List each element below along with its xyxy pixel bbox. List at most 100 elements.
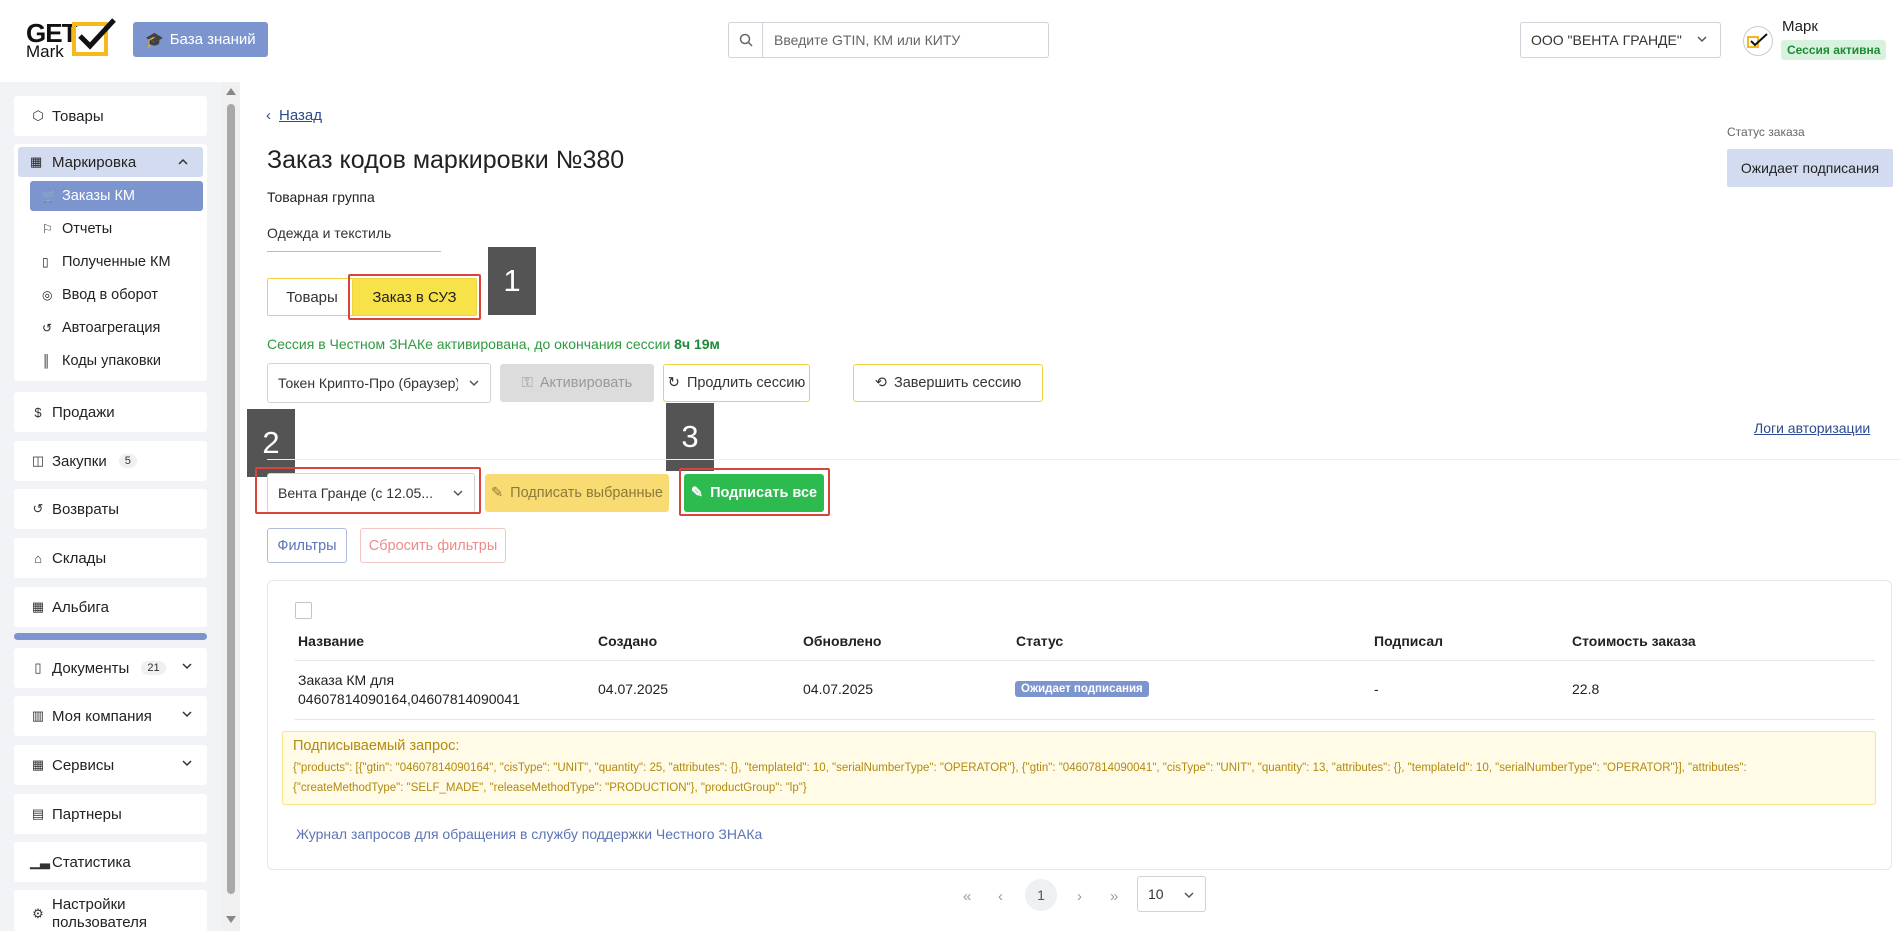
avatar[interactable] — [1743, 26, 1773, 56]
cart-icon: 🛒 — [42, 189, 57, 203]
tab-goods[interactable]: Товары — [267, 278, 357, 316]
sign-selected-button[interactable]: ✎ Подписать выбранные — [485, 474, 669, 512]
sidebar-item-reports[interactable]: ⚐ Отчеты — [30, 214, 203, 244]
briefcase-icon: ▤ — [31, 806, 45, 821]
session-status-badge: Сессия активна — [1781, 40, 1887, 60]
dollar-icon: $ — [34, 404, 42, 420]
documents-count-badge: 21 — [141, 661, 166, 675]
chart-icon: ▁▃ — [30, 854, 50, 869]
order-created-date: 04.07.2025 — [598, 681, 669, 697]
highlight-box-3 — [679, 468, 830, 516]
page-title: Заказ кодов маркировки №380 — [267, 146, 625, 174]
sidebar-item-purchases[interactable]: ◫ Закупки 5 — [14, 441, 207, 481]
signed-request-box: Подписываемый запрос: {"products": [{"gt… — [282, 731, 1876, 805]
back-link[interactable]: ‹ Назад — [266, 107, 322, 124]
pagination-prev[interactable]: ‹ — [998, 888, 1003, 905]
knowledge-base-button[interactable]: 🎓 База знаний — [133, 22, 268, 57]
barcode-icon: ║ — [42, 354, 51, 368]
bag-icon: ◫ — [31, 453, 45, 468]
sidebar-divider — [14, 633, 207, 640]
sidebar-scrollbar[interactable] — [222, 82, 240, 931]
sidebar-item-returns[interactable]: ↺ Возвраты — [14, 489, 207, 529]
chevron-up-icon — [178, 158, 188, 165]
product-group-label: Товарная группа — [267, 189, 375, 205]
select-all-checkbox[interactable] — [295, 602, 312, 619]
main-content: ‹ Назад Заказ кодов маркировки №380 Товар… — [240, 82, 1901, 931]
grid-icon: ▦ — [31, 757, 45, 772]
scrollbar-thumb[interactable] — [227, 104, 235, 894]
sidebar-item-partners[interactable]: ▤ Партнеры — [14, 794, 207, 834]
sidebar-item-autoaggregation[interactable]: ↺ Автоагрегация — [30, 313, 203, 343]
step-marker-1: 1 — [488, 247, 536, 315]
reset-filters-button[interactable]: Сбросить фильтры — [360, 528, 506, 563]
sidebar-item-documents[interactable]: ▯ Документы 21 — [14, 648, 207, 688]
pagination-current-page[interactable]: 1 — [1025, 879, 1057, 911]
sidebar-item-circulation[interactable]: ◎ Ввод в оборот — [30, 280, 203, 310]
column-header-signed-by: Подписал — [1374, 633, 1444, 649]
sidebar-item-package-codes[interactable]: ║ Коды упаковки — [30, 346, 203, 376]
flag-icon: ⚐ — [42, 222, 53, 236]
history-icon: ↺ — [42, 321, 53, 335]
sidebar-item-my-company[interactable]: ▥ Моя компания — [14, 696, 207, 736]
chevron-down-icon — [469, 380, 479, 387]
auth-logs-link[interactable]: Логи авторизации — [1754, 420, 1870, 436]
edit-icon: ✎ — [490, 485, 504, 501]
column-header-name: Название — [298, 633, 365, 649]
getmark-logo[interactable]: GET Mark — [26, 18, 120, 62]
search-icon — [729, 23, 763, 57]
session-time: 8ч 19м — [674, 336, 720, 352]
highlight-box-1 — [348, 274, 481, 320]
row-divider — [295, 660, 1875, 661]
pagination-last[interactable]: » — [1110, 888, 1118, 905]
organization-select[interactable]: ООО "ВЕНТА ГРАНДЕ" — [1520, 22, 1721, 58]
chevron-down-icon — [182, 711, 192, 718]
session-message: Сессия в Честном ЗНАКе активирована, до … — [267, 336, 720, 352]
pagination-first[interactable]: « — [963, 888, 971, 905]
sidebar-item-goods[interactable]: ⬡ Товары — [14, 96, 207, 136]
warehouse-icon: ⌂ — [34, 550, 42, 566]
signed-request-body: {"products": [{"gtin": "04607814090164",… — [293, 762, 1747, 794]
sidebar: ⬡ Товары ▦ Маркировка 🛒 Заказы КМ ⚐ Отчеты ▯… — [0, 82, 222, 931]
scroll-down-arrow[interactable] — [226, 916, 236, 923]
step-marker-3: 3 — [666, 403, 714, 471]
scroll-up-arrow[interactable] — [226, 88, 236, 95]
grid-icon: ▦ — [31, 599, 45, 614]
sidebar-item-statistics[interactable]: ▁▃ Статистика — [14, 842, 207, 882]
sidebar-item-orders-km[interactable]: 🛒 Заказы КМ — [30, 181, 203, 211]
support-journal-link[interactable]: Журнал запросов для обращения в службу п… — [296, 826, 762, 842]
column-header-cost: Стоимость заказа — [1572, 633, 1696, 649]
order-cost: 22.8 — [1572, 681, 1600, 697]
sidebar-item-warehouses[interactable]: ⌂ Склады — [14, 538, 207, 578]
filters-button[interactable]: Фильтры — [267, 528, 347, 563]
column-header-created: Создано — [598, 633, 658, 649]
order-status-label: Статус заказа — [1727, 125, 1805, 139]
search-input[interactable]: Введите GTIN, КМ или КИТУ — [728, 22, 1049, 58]
page-size-select[interactable]: 10 — [1137, 876, 1206, 912]
chevron-down-icon — [1697, 36, 1707, 43]
sidebar-item-services[interactable]: ▦ Сервисы — [14, 745, 207, 785]
order-status-value: Ожидает подписания — [1727, 149, 1893, 187]
pagination-next[interactable]: › — [1077, 888, 1082, 905]
document-icon: ▯ — [34, 660, 42, 675]
gear-icon: ⚙ — [32, 906, 44, 921]
token-select[interactable]: Токен Крипто-Про (браузер) — [267, 363, 491, 403]
refresh-icon: ↻ — [667, 375, 680, 391]
sidebar-item-marking[interactable]: ▦ Маркировка — [18, 147, 203, 177]
sidebar-item-received-km[interactable]: ▯ Полученные КМ — [30, 247, 203, 277]
check-circle-icon: ◎ — [42, 288, 53, 302]
sidebar-item-user-settings[interactable]: ⚙ Настройки пользователя — [14, 890, 207, 931]
extend-session-button[interactable]: ↻ Продлить сессию — [663, 364, 810, 402]
activate-button[interactable]: ⚿ Активировать — [500, 364, 654, 402]
chevron-down-icon — [1184, 892, 1194, 899]
avatar-logo-icon — [1747, 33, 1768, 48]
key-icon: ⚿ — [521, 375, 533, 391]
column-header-status: Статус — [1016, 633, 1064, 649]
chevron-down-icon — [182, 760, 192, 767]
highlight-box-2 — [255, 467, 481, 514]
order-updated-date: 04.07.2025 — [803, 681, 874, 697]
order-signed-by: - — [1374, 681, 1379, 697]
sidebar-item-sales[interactable]: $ Продажи — [14, 392, 207, 432]
end-session-button[interactable]: ⟲ Завершить сессию — [853, 364, 1043, 402]
sidebar-item-albiga[interactable]: ▦ Альбига — [14, 587, 207, 627]
sidebar-group-marking: ▦ Маркировка 🛒 Заказы КМ ⚐ Отчеты ▯ Полученн… — [14, 144, 207, 381]
